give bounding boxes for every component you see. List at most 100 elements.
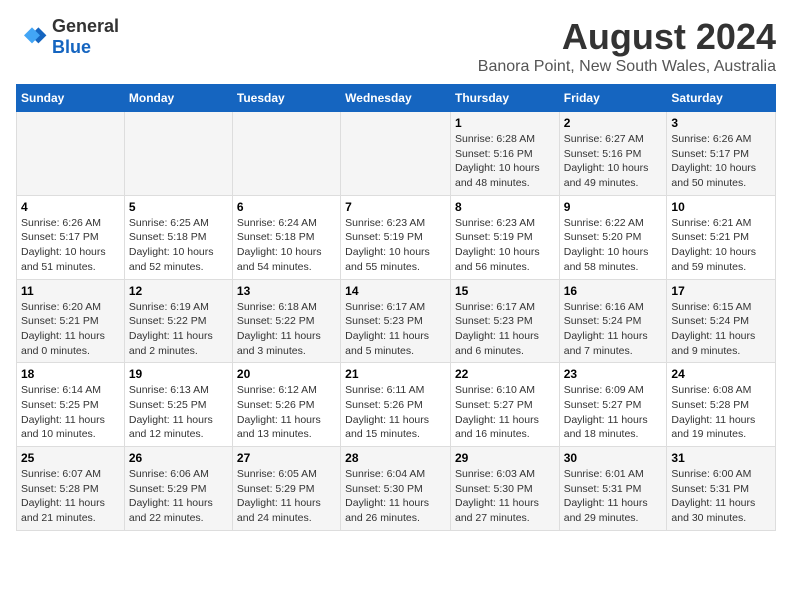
page-header: General Blue August 2024 Banora Point, N… [16,16,776,76]
day-content: Sunrise: 6:14 AMSunset: 5:25 PMDaylight:… [21,383,120,442]
day-content: Sunrise: 6:26 AMSunset: 5:17 PMDaylight:… [21,216,120,275]
calendar-body: 1 Sunrise: 6:28 AMSunset: 5:16 PMDaylight… [17,112,776,531]
calendar-cell: 29 Sunrise: 6:03 AMSunset: 5:30 PMDayligh… [450,447,559,531]
day-content: Sunrise: 6:23 AMSunset: 5:19 PMDaylight:… [455,216,555,275]
day-number: 10 [671,200,771,214]
calendar-cell [124,112,232,196]
day-number: 17 [671,284,771,298]
calendar-week-2: 4 Sunrise: 6:26 AMSunset: 5:17 PMDaylight… [17,195,776,279]
day-number: 11 [21,284,120,298]
day-number: 31 [671,451,771,465]
day-content: Sunrise: 6:24 AMSunset: 5:18 PMDaylight:… [237,216,336,275]
day-number: 7 [345,200,446,214]
col-tuesday: Tuesday [232,85,340,112]
day-number: 24 [671,367,771,381]
day-number: 22 [455,367,555,381]
day-number: 3 [671,116,771,130]
calendar-cell: 2Sunrise: 6:27 AMSunset: 5:16 PMDaylight… [559,112,667,196]
day-number: 29 [455,451,555,465]
logo-icon [16,21,48,53]
calendar-table: Sunday Monday Tuesday Wednesday Thursday… [16,84,776,531]
calendar-cell: 20 Sunrise: 6:12 AMSunset: 5:26 PMDayligh… [232,363,340,447]
day-number: 30 [564,451,663,465]
day-content: Sunrise: 6:25 AMSunset: 5:18 PMDaylight:… [129,216,228,275]
calendar-cell: 4 Sunrise: 6:26 AMSunset: 5:17 PMDaylight… [17,195,125,279]
calendar-cell: 18 Sunrise: 6:14 AMSunset: 5:25 PMDayligh… [17,363,125,447]
day-content: Sunrise: 6:10 AMSunset: 5:27 PMDaylight:… [455,383,555,442]
title-section: August 2024 Banora Point, New South Wale… [478,16,776,76]
calendar-cell [341,112,451,196]
calendar-cell: 8 Sunrise: 6:23 AMSunset: 5:19 PMDaylight… [450,195,559,279]
calendar-cell: 10 Sunrise: 6:21 AMSunset: 5:21 PMDayligh… [667,195,776,279]
day-content: Sunrise: 6:01 AMSunset: 5:31 PMDaylight:… [564,467,663,526]
day-number: 28 [345,451,446,465]
calendar-week-3: 11 Sunrise: 6:20 AMSunset: 5:21 PMDayligh… [17,279,776,363]
day-content: Sunrise: 6:03 AMSunset: 5:30 PMDaylight:… [455,467,555,526]
day-content: Sunrise: 6:07 AMSunset: 5:28 PMDaylight:… [21,467,120,526]
calendar-cell: 25 Sunrise: 6:07 AMSunset: 5:28 PMDayligh… [17,447,125,531]
day-content: Sunrise: 6:15 AMSunset: 5:24 PMDaylight:… [671,300,771,359]
day-content: Sunrise: 6:17 AMSunset: 5:23 PMDaylight:… [345,300,446,359]
day-content: Sunrise: 6:16 AMSunset: 5:24 PMDaylight:… [564,300,663,359]
day-number: 8 [455,200,555,214]
day-number: 26 [129,451,228,465]
day-number: 16 [564,284,663,298]
day-content: Sunrise: 6:20 AMSunset: 5:21 PMDaylight:… [21,300,120,359]
day-number: 20 [237,367,336,381]
col-sunday: Sunday [17,85,125,112]
col-friday: Friday [559,85,667,112]
day-content: Sunrise: 6:09 AMSunset: 5:27 PMDaylight:… [564,383,663,442]
calendar-cell: 14Sunrise: 6:17 AMSunset: 5:23 PMDayligh… [341,279,451,363]
calendar-week-1: 1 Sunrise: 6:28 AMSunset: 5:16 PMDaylight… [17,112,776,196]
location-subtitle: Banora Point, New South Wales, Australia [478,58,776,76]
calendar-cell: 19 Sunrise: 6:13 AMSunset: 5:25 PMDayligh… [124,363,232,447]
calendar-cell: 23 Sunrise: 6:09 AMSunset: 5:27 PMDayligh… [559,363,667,447]
col-wednesday: Wednesday [341,85,451,112]
day-content: Sunrise: 6:28 AMSunset: 5:16 PMDaylight:… [455,132,555,191]
day-number: 4 [21,200,120,214]
day-number: 2 [564,116,663,130]
calendar-cell: 13Sunrise: 6:18 AMSunset: 5:22 PMDayligh… [232,279,340,363]
calendar-cell [232,112,340,196]
day-content: Sunrise: 6:00 AMSunset: 5:31 PMDaylight:… [671,467,771,526]
calendar-cell: 30 Sunrise: 6:01 AMSunset: 5:31 PMDayligh… [559,447,667,531]
day-content: Sunrise: 6:21 AMSunset: 5:21 PMDaylight:… [671,216,771,275]
calendar-cell: 28 Sunrise: 6:04 AMSunset: 5:30 PMDayligh… [341,447,451,531]
calendar-cell: 24Sunrise: 6:08 AMSunset: 5:28 PMDayligh… [667,363,776,447]
calendar-week-4: 18 Sunrise: 6:14 AMSunset: 5:25 PMDayligh… [17,363,776,447]
day-number: 25 [21,451,120,465]
day-number: 18 [21,367,120,381]
day-content: Sunrise: 6:26 AMSunset: 5:17 PMDaylight:… [671,132,771,191]
day-content: Sunrise: 6:19 AMSunset: 5:22 PMDaylight:… [129,300,228,359]
day-content: Sunrise: 6:04 AMSunset: 5:30 PMDaylight:… [345,467,446,526]
calendar-cell: 15 Sunrise: 6:17 AMSunset: 5:23 PMDayligh… [450,279,559,363]
calendar-week-5: 25 Sunrise: 6:07 AMSunset: 5:28 PMDayligh… [17,447,776,531]
calendar-cell: 5 Sunrise: 6:25 AMSunset: 5:18 PMDaylight… [124,195,232,279]
logo: General Blue [16,16,119,58]
day-content: Sunrise: 6:12 AMSunset: 5:26 PMDaylight:… [237,383,336,442]
logo-blue: Blue [52,37,91,57]
calendar-header: Sunday Monday Tuesday Wednesday Thursday… [17,85,776,112]
day-number: 12 [129,284,228,298]
calendar-cell: 6Sunrise: 6:24 AMSunset: 5:18 PMDaylight… [232,195,340,279]
col-thursday: Thursday [450,85,559,112]
col-monday: Monday [124,85,232,112]
day-content: Sunrise: 6:22 AMSunset: 5:20 PMDaylight:… [564,216,663,275]
logo-text: General Blue [52,16,119,58]
day-number: 23 [564,367,663,381]
day-content: Sunrise: 6:06 AMSunset: 5:29 PMDaylight:… [129,467,228,526]
day-number: 19 [129,367,228,381]
day-content: Sunrise: 6:17 AMSunset: 5:23 PMDaylight:… [455,300,555,359]
day-number: 5 [129,200,228,214]
calendar-cell: 7Sunrise: 6:23 AMSunset: 5:19 PMDaylight… [341,195,451,279]
calendar-cell [17,112,125,196]
calendar-cell: 1 Sunrise: 6:28 AMSunset: 5:16 PMDaylight… [450,112,559,196]
day-content: Sunrise: 6:13 AMSunset: 5:25 PMDaylight:… [129,383,228,442]
day-content: Sunrise: 6:11 AMSunset: 5:26 PMDaylight:… [345,383,446,442]
day-number: 15 [455,284,555,298]
day-number: 13 [237,284,336,298]
calendar-cell: 16 Sunrise: 6:16 AMSunset: 5:24 PMDayligh… [559,279,667,363]
calendar-cell: 26 Sunrise: 6:06 AMSunset: 5:29 PMDayligh… [124,447,232,531]
calendar-cell: 17 Sunrise: 6:15 AMSunset: 5:24 PMDayligh… [667,279,776,363]
day-number: 1 [455,116,555,130]
